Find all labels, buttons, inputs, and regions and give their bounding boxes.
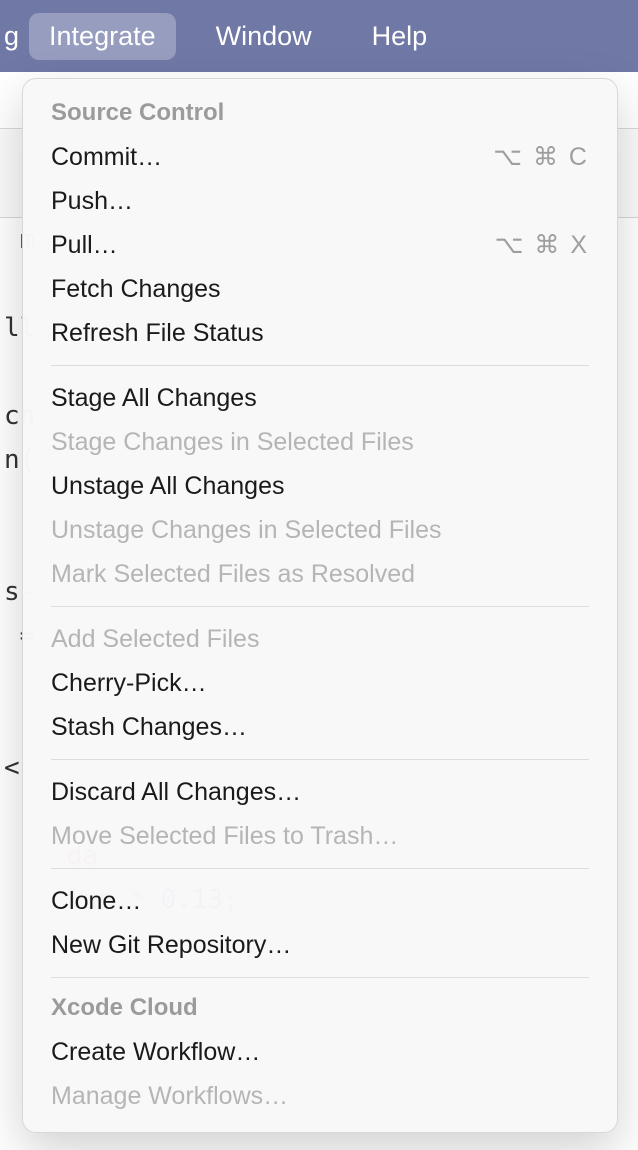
menu-separator — [51, 365, 589, 366]
menu-item-push[interactable]: Push… — [23, 179, 617, 223]
menu-item-label: Stage Changes in Selected Files — [51, 426, 414, 458]
menu-item-label: Add Selected Files — [51, 623, 259, 655]
menu-item-refresh-file-status[interactable]: Refresh File Status — [23, 311, 617, 355]
menu-item-label: Manage Workflows… — [51, 1080, 288, 1112]
menu-item-shortcut: ⌥ ⌘ X — [495, 229, 589, 261]
menu-item-label: Cherry-Pick… — [51, 667, 207, 699]
menu-item-shortcut: ⌥ ⌘ C — [493, 141, 589, 173]
menu-separator — [51, 977, 589, 978]
menu-separator — [51, 868, 589, 869]
menubar-item-help[interactable]: Help — [352, 13, 448, 60]
menu-item-label: Pull… — [51, 229, 118, 261]
menu-item-label: Commit… — [51, 141, 162, 173]
menu-item-unstage-changes-selected: Unstage Changes in Selected Files — [23, 508, 617, 552]
menu-item-unstage-all-changes[interactable]: Unstage All Changes — [23, 464, 617, 508]
menubar: g Integrate Window Help — [0, 0, 638, 72]
menu-item-clone[interactable]: Clone… — [23, 879, 617, 923]
menu-section-header-source-control: Source Control — [23, 93, 617, 135]
menu-item-stage-changes-selected: Stage Changes in Selected Files — [23, 420, 617, 464]
menu-separator — [51, 606, 589, 607]
menu-item-create-workflow[interactable]: Create Workflow… — [23, 1030, 617, 1074]
integrate-menu-dropdown: Source Control Commit… ⌥ ⌘ C Push… Pull…… — [22, 78, 618, 1133]
menu-item-fetch-changes[interactable]: Fetch Changes — [23, 267, 617, 311]
menu-item-move-to-trash: Move Selected Files to Trash… — [23, 814, 617, 858]
menu-separator — [51, 759, 589, 760]
menubar-item-integrate[interactable]: Integrate — [29, 13, 176, 60]
menu-item-label: Create Workflow… — [51, 1036, 260, 1068]
menu-item-label: New Git Repository… — [51, 929, 291, 961]
menu-item-stash-changes[interactable]: Stash Changes… — [23, 705, 617, 749]
menu-item-mark-resolved: Mark Selected Files as Resolved — [23, 552, 617, 596]
menu-item-label: Push… — [51, 185, 133, 217]
menu-item-label: Mark Selected Files as Resolved — [51, 558, 415, 590]
menu-item-label: Move Selected Files to Trash… — [51, 820, 398, 852]
menu-section-header-xcode-cloud: Xcode Cloud — [23, 988, 617, 1030]
menu-item-cherry-pick[interactable]: Cherry-Pick… — [23, 661, 617, 705]
menu-item-new-git-repository[interactable]: New Git Repository… — [23, 923, 617, 967]
menu-item-label: Refresh File Status — [51, 317, 264, 349]
menu-item-label: Unstage All Changes — [51, 470, 284, 502]
menubar-prev-fragment: g — [0, 13, 29, 60]
menu-item-label: Stage All Changes — [51, 382, 257, 414]
menubar-item-window[interactable]: Window — [196, 13, 332, 60]
menu-item-label: Unstage Changes in Selected Files — [51, 514, 442, 546]
menu-item-stage-all-changes[interactable]: Stage All Changes — [23, 376, 617, 420]
menu-item-commit[interactable]: Commit… ⌥ ⌘ C — [23, 135, 617, 179]
menu-item-label: Stash Changes… — [51, 711, 247, 743]
menu-item-add-selected-files: Add Selected Files — [23, 617, 617, 661]
menu-item-label: Fetch Changes — [51, 273, 221, 305]
menu-item-discard-all-changes[interactable]: Discard All Changes… — [23, 770, 617, 814]
menu-item-label: Clone… — [51, 885, 141, 917]
menu-item-pull[interactable]: Pull… ⌥ ⌘ X — [23, 223, 617, 267]
menu-item-label: Discard All Changes… — [51, 776, 301, 808]
menu-item-manage-workflows: Manage Workflows… — [23, 1074, 617, 1118]
